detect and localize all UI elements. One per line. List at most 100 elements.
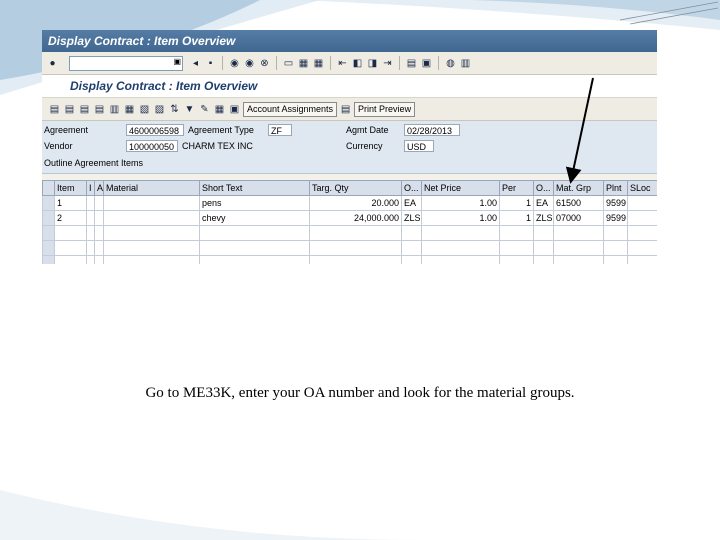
layout-menu-icon[interactable]: ▥ [459, 57, 472, 70]
table-header-row: Item I A Material Short Text Targ. Qty O… [42, 180, 657, 196]
items-table: Item I A Material Short Text Targ. Qty O… [42, 180, 657, 264]
cell-order-unit: ZLS [401, 210, 422, 226]
agreement-type-field[interactable]: ZF [268, 124, 292, 136]
cell-a [94, 195, 104, 211]
column-header-i[interactable]: I [86, 180, 95, 196]
sort-icon[interactable]: ⇅ [168, 103, 181, 116]
empty-cell [499, 255, 534, 264]
select-block-icon[interactable]: ▨ [153, 103, 166, 116]
cell-a [94, 210, 104, 226]
empty-cell [553, 240, 604, 256]
deselect-icon[interactable]: ▧ [138, 103, 151, 116]
empty-cell [421, 255, 500, 264]
table-row-empty[interactable] [42, 225, 657, 241]
command-field[interactable]: ▣ [69, 55, 183, 71]
empty-cell [309, 240, 402, 256]
exit-icon[interactable]: ◉ [243, 57, 256, 70]
find-icon[interactable]: ▦ [297, 57, 310, 70]
empty-cell [199, 240, 310, 256]
item-overview-icon[interactable]: ▤ [78, 103, 91, 116]
column-header-material[interactable]: Material [103, 180, 200, 196]
agreement-label: Agreement [44, 125, 89, 135]
shortcut-icon[interactable]: ▣ [420, 57, 433, 70]
empty-cell [401, 240, 422, 256]
select-all-icon[interactable]: ▦ [123, 103, 136, 116]
first-page-icon[interactable]: ⇤ [336, 57, 349, 70]
currency-field[interactable]: USD [404, 140, 434, 152]
new-session-icon[interactable]: ▤ [405, 57, 418, 70]
row-selector[interactable] [42, 225, 55, 241]
next-page-icon[interactable]: ◨ [366, 57, 379, 70]
print-icon[interactable]: ▭ [282, 57, 295, 70]
empty-cell [553, 255, 604, 264]
account-assignments-button[interactable]: Account Assignments [243, 101, 338, 117]
empty-cell [199, 225, 310, 241]
back-icon[interactable]: ◉ [228, 57, 241, 70]
help-icon[interactable]: ◍ [444, 57, 457, 70]
select-all-cell[interactable] [42, 180, 55, 196]
cell-targ-qty: 20.000 [309, 195, 402, 211]
separator [399, 56, 400, 70]
vendor-label: Vendor [44, 141, 73, 151]
row-selector[interactable] [42, 195, 55, 211]
separator [438, 56, 439, 70]
column-header-order-unit[interactable]: O... [401, 180, 422, 196]
last-page-icon[interactable]: ⇥ [381, 57, 394, 70]
vendor-field[interactable]: 100000050 [126, 140, 178, 152]
empty-cell [103, 240, 200, 256]
empty-cell [86, 255, 95, 264]
column-header-sloc[interactable]: SLoc [627, 180, 657, 196]
row-selector[interactable] [42, 255, 55, 264]
empty-cell [94, 255, 104, 264]
empty-cell [94, 240, 104, 256]
column-header-mat-grp[interactable]: Mat. Grp [553, 180, 604, 196]
history-back-icon[interactable]: ◂ [189, 57, 202, 70]
enter-icon[interactable]: ● [46, 57, 59, 70]
text-icon[interactable]: ▥ [108, 103, 121, 116]
column-header-short-text[interactable]: Short Text [199, 180, 310, 196]
cell-i [86, 210, 95, 226]
standard-toolbar: ● ▣ ◂ ▪ ◉ ◉ ⊗ ▭ ▦ ▦ ⇤ ◧ ◨ ⇥ ▤ ▣ ◍ ▥ [42, 52, 657, 75]
edit-icon[interactable]: ✎ [198, 103, 211, 116]
row-selector[interactable] [42, 210, 55, 226]
empty-cell [603, 255, 628, 264]
agreement-field[interactable]: 4600006598 [126, 124, 184, 136]
column-header-plnt[interactable]: Plnt [603, 180, 628, 196]
account-assignment-icon[interactable]: ▣ [228, 103, 241, 116]
save-icon[interactable]: ▪ [204, 57, 217, 70]
filter-icon[interactable]: ▼ [183, 103, 196, 116]
previous-page-icon[interactable]: ◧ [351, 57, 364, 70]
empty-cell [533, 255, 554, 264]
row-selector[interactable] [42, 240, 55, 256]
agreement-type-label: Agreement Type [188, 125, 254, 135]
empty-cell [54, 240, 87, 256]
command-history-icon[interactable]: ▣ [173, 57, 181, 66]
empty-cell [627, 225, 657, 241]
agmt-date-field[interactable]: 02/28/2013 [404, 124, 460, 136]
header-details-icon[interactable]: ▤ [48, 103, 61, 116]
cell-item: 2 [54, 210, 87, 226]
conditions-icon[interactable]: ▤ [93, 103, 106, 116]
versions-icon[interactable]: ▦ [213, 103, 226, 116]
column-header-a[interactable]: A [94, 180, 104, 196]
print-preview-button[interactable]: Print Preview [354, 101, 416, 117]
table-row-empty[interactable] [42, 240, 657, 256]
column-header-item[interactable]: Item [54, 180, 87, 196]
item-details-icon[interactable]: ▤ [63, 103, 76, 116]
column-header-targ-qty[interactable]: Targ. Qty [309, 180, 402, 196]
table-row[interactable]: 1 pens 20.000 EA 1.00 1 EA 61500 9599 [42, 195, 657, 211]
find-next-icon[interactable]: ▦ [312, 57, 325, 70]
cell-plnt: 9599 [603, 195, 628, 211]
column-header-per[interactable]: Per [499, 180, 534, 196]
cell-short-text: chevy [199, 210, 310, 226]
cell-order-unit: EA [401, 195, 422, 211]
print-preview-icon[interactable]: ▤ [339, 103, 352, 116]
cancel-icon[interactable]: ⊗ [258, 57, 271, 70]
cell-net-price: 1.00 [421, 210, 500, 226]
column-header-net-price[interactable]: Net Price [421, 180, 500, 196]
empty-cell [627, 240, 657, 256]
table-row[interactable]: 2 chevy 24,000.000 ZLS 1.00 1 ZLS 07000 … [42, 210, 657, 226]
empty-cell [401, 225, 422, 241]
column-header-price-unit[interactable]: O... [533, 180, 554, 196]
table-row-empty[interactable] [42, 255, 657, 264]
